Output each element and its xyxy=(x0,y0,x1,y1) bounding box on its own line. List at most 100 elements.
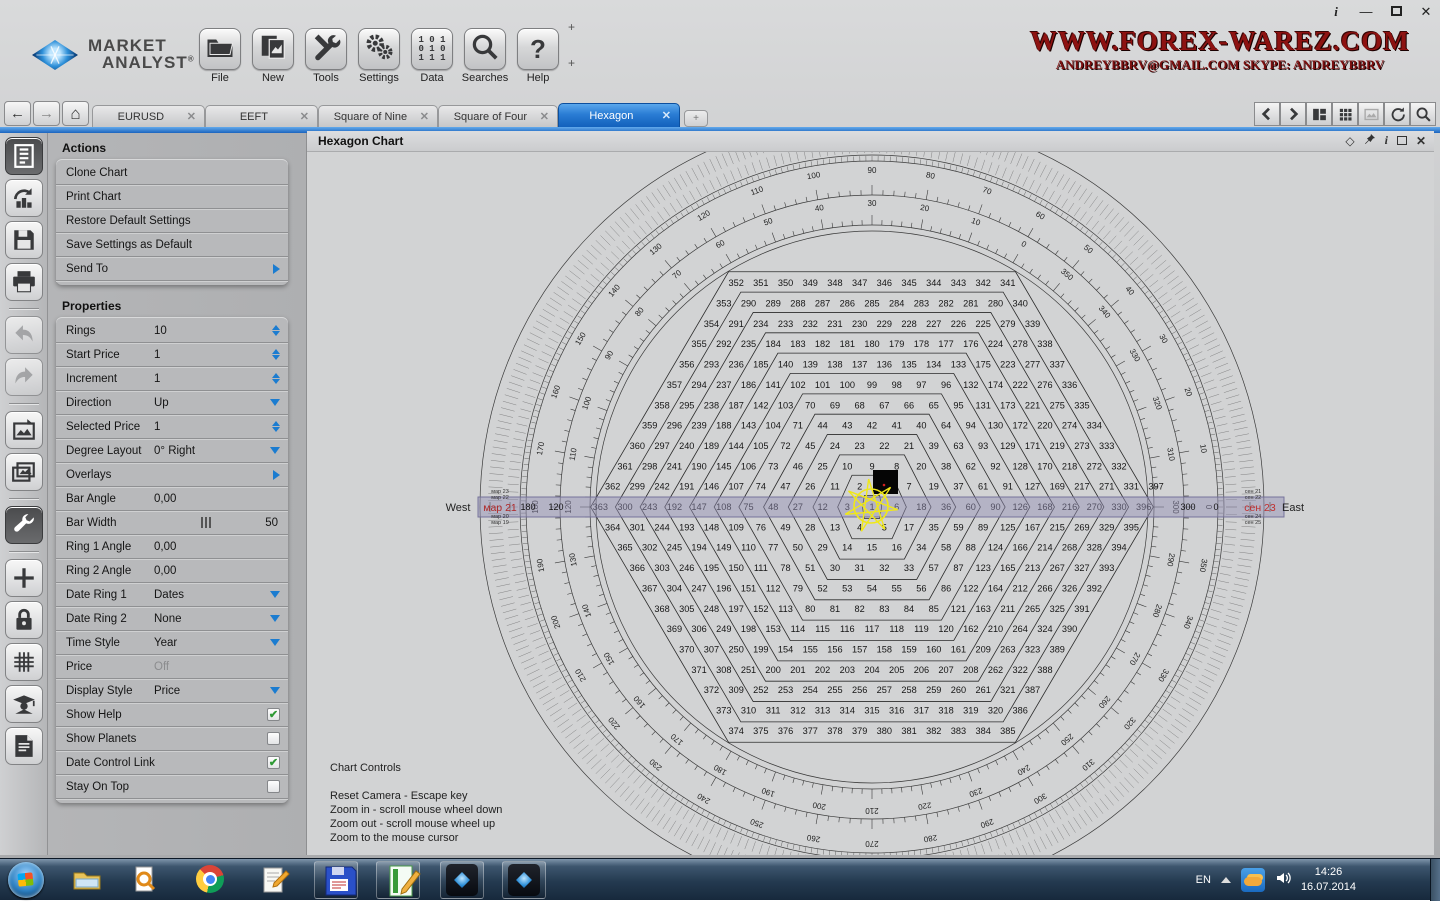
help-button[interactable]: ?Help xyxy=(516,28,560,84)
tab-close-icon[interactable]: ✕ xyxy=(187,110,196,123)
next-tool-icon[interactable] xyxy=(1280,102,1306,126)
property-start-price[interactable]: Start Price1 xyxy=(56,343,288,367)
pin-icon[interactable] xyxy=(1364,133,1376,148)
property-bar-width[interactable]: Bar Width50 xyxy=(56,511,288,535)
print-sidebar-icon[interactable] xyxy=(5,263,43,301)
property-ring-1-angle[interactable]: Ring 1 Angle0,00 xyxy=(56,535,288,559)
property-price[interactable]: PriceOff xyxy=(56,655,288,679)
property-show-planets[interactable]: Show Planets xyxy=(56,727,288,751)
taskbar-market-analyst-2[interactable] xyxy=(502,861,546,899)
nav-forward-icon[interactable]: → xyxy=(33,101,60,126)
spinner-icon[interactable] xyxy=(272,325,280,336)
notepad-icon[interactable] xyxy=(260,865,290,895)
property-increment[interactable]: Increment1 xyxy=(56,367,288,391)
property-rings[interactable]: Rings10 xyxy=(56,319,288,343)
export-image-sidebar-icon[interactable] xyxy=(5,411,43,449)
explorer-icon[interactable] xyxy=(72,865,102,895)
action-restore-default-settings[interactable]: Restore Default Settings xyxy=(56,209,288,233)
tab-eurusd[interactable]: EURUSD✕ xyxy=(92,105,205,127)
spinner-icon[interactable] xyxy=(272,421,280,432)
grid-sidebar-icon[interactable] xyxy=(5,643,43,681)
new-button[interactable]: New xyxy=(251,28,295,84)
diamond-icon[interactable]: ◇ xyxy=(1345,134,1354,148)
submenu-arrow-icon[interactable] xyxy=(273,470,280,480)
new-tab-button[interactable]: + xyxy=(684,110,708,127)
prev-tool-icon[interactable] xyxy=(1254,102,1280,126)
tab-square-of-four[interactable]: Square of Four✕ xyxy=(438,105,558,127)
hexagon-chart[interactable]: 0102030405060708090100110120130140150160… xyxy=(307,152,1434,855)
settings-button[interactable]: Settings xyxy=(357,28,401,84)
chevron-down-icon[interactable] xyxy=(270,591,280,598)
tray-expand-icon[interactable] xyxy=(1221,877,1231,883)
slider-icon[interactable] xyxy=(201,517,211,528)
data-button[interactable]: 1 0 1 0 1 0 1 1 1Data xyxy=(410,28,454,84)
property-bar-angle[interactable]: Bar Angle0,00 xyxy=(56,487,288,511)
language-indicator[interactable]: EN xyxy=(1196,874,1211,886)
property-date-ring-1[interactable]: Date Ring 1Dates xyxy=(56,583,288,607)
grid-tool-icon[interactable] xyxy=(1332,102,1358,126)
property-show-help[interactable]: Show Help✔ xyxy=(56,703,288,727)
tab-close-icon[interactable]: ✕ xyxy=(420,110,429,123)
show-desktop-button[interactable] xyxy=(1430,859,1440,901)
file-button[interactable]: File xyxy=(198,28,242,84)
chevron-down-icon[interactable] xyxy=(270,687,280,694)
property-overlays[interactable]: Overlays xyxy=(56,463,288,487)
action-clone-chart[interactable]: Clone Chart xyxy=(56,161,288,185)
action-save-settings-as-default[interactable]: Save Settings as Default xyxy=(56,233,288,257)
add-sidebar-icon[interactable] xyxy=(5,559,43,597)
property-degree-layout[interactable]: Degree Layout0° Right xyxy=(56,439,288,463)
home-icon[interactable]: ⌂ xyxy=(62,101,89,126)
notes-sidebar-icon[interactable] xyxy=(5,727,43,765)
checkbox-unchecked-icon[interactable] xyxy=(267,780,280,793)
tab-close-icon[interactable]: ✕ xyxy=(300,110,309,123)
zoom-tool-icon[interactable] xyxy=(1410,102,1436,126)
chevron-down-icon[interactable] xyxy=(270,447,280,454)
tab-close-icon[interactable]: ✕ xyxy=(540,110,549,123)
chart-info-icon[interactable]: i xyxy=(1385,133,1388,148)
checkbox-checked-icon[interactable]: ✔ xyxy=(267,756,280,769)
chevron-down-icon[interactable] xyxy=(270,639,280,646)
property-date-control-link[interactable]: Date Control Link✔ xyxy=(56,751,288,775)
spinner-icon[interactable] xyxy=(272,373,280,384)
searches-button[interactable]: Searches xyxy=(463,28,507,84)
chart-restore-icon[interactable] xyxy=(1397,134,1407,148)
export-images-sidebar-icon[interactable] xyxy=(5,453,43,491)
search-file-icon[interactable] xyxy=(130,865,160,895)
tools-button[interactable]: Tools xyxy=(304,28,348,84)
property-time-style[interactable]: Time StyleYear xyxy=(56,631,288,655)
property-ring-2-angle[interactable]: Ring 2 Angle0,00 xyxy=(56,559,288,583)
taskbar-floppy-app[interactable] xyxy=(314,861,358,899)
start-button[interactable] xyxy=(8,862,44,898)
weather-tray-icon[interactable] xyxy=(1241,868,1265,892)
property-display-style[interactable]: Display StylePrice xyxy=(56,679,288,703)
layout-tool-icon[interactable] xyxy=(1306,102,1332,126)
save-sidebar-icon[interactable] xyxy=(5,221,43,259)
training-sidebar-icon[interactable] xyxy=(5,685,43,723)
spinner-icon[interactable] xyxy=(272,349,280,360)
chevron-down-icon[interactable] xyxy=(270,615,280,622)
action-print-chart[interactable]: Print Chart xyxy=(56,185,288,209)
lock-sidebar-icon[interactable] xyxy=(5,601,43,639)
property-date-ring-2[interactable]: Date Ring 2None xyxy=(56,607,288,631)
taskbar-editor-app[interactable] xyxy=(376,861,420,899)
refresh-tool-icon[interactable] xyxy=(1384,102,1410,126)
volume-icon[interactable] xyxy=(1275,870,1291,891)
tab-hexagon[interactable]: Hexagon✕ xyxy=(558,103,680,127)
action-send-to[interactable]: Send To xyxy=(56,257,288,281)
chart-properties-sidebar-icon[interactable] xyxy=(5,137,43,175)
property-stay-on-top[interactable]: Stay On Top xyxy=(56,775,288,799)
property-direction[interactable]: DirectionUp xyxy=(56,391,288,415)
taskbar-market-analyst-1[interactable] xyxy=(440,861,484,899)
chart-close-icon[interactable]: ✕ xyxy=(1416,134,1426,148)
tray-clock[interactable]: 14:26 16.07.2014 xyxy=(1301,865,1356,895)
tab-square-of-nine[interactable]: Square of Nine✕ xyxy=(318,105,438,127)
chevron-down-icon[interactable] xyxy=(270,399,280,406)
checkbox-unchecked-icon[interactable] xyxy=(267,732,280,745)
chrome-icon[interactable] xyxy=(196,865,226,895)
tools-wrench-sidebar-icon[interactable] xyxy=(5,506,43,544)
tab-close-icon[interactable]: ✕ xyxy=(662,109,671,122)
nav-back-icon[interactable]: ← xyxy=(4,101,31,126)
checkbox-checked-icon[interactable]: ✔ xyxy=(267,708,280,721)
property-selected-price[interactable]: Selected Price1 xyxy=(56,415,288,439)
tab-eeft[interactable]: EEFT✕ xyxy=(205,105,318,127)
